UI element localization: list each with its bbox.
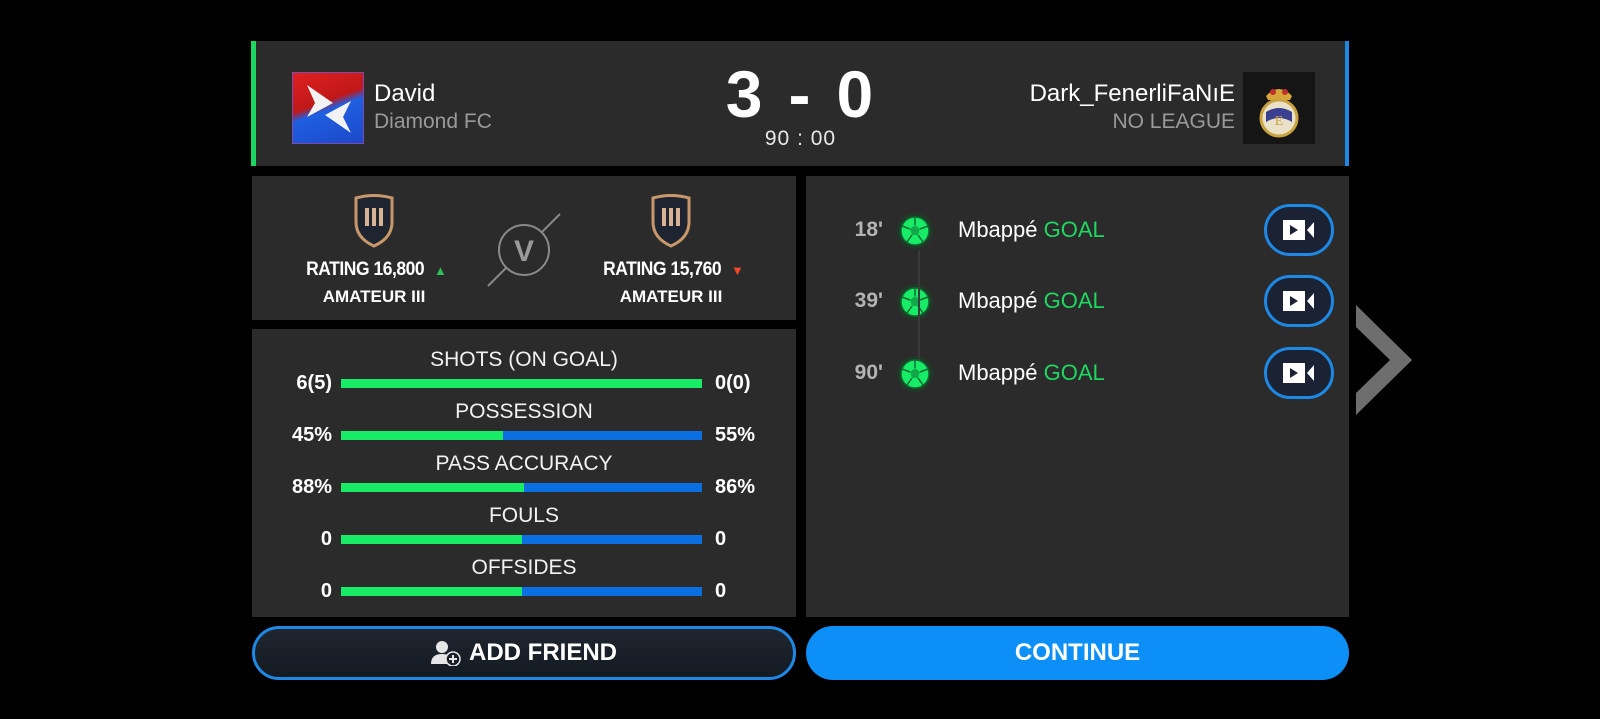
stat-row: SHOTS (ON GOAL) 6(5) 0(0) — [252, 348, 796, 398]
stat-row: PASS ACCURACY 88% 86% — [252, 452, 796, 502]
away-rank: RATING 15,760 ▼ AMATEUR III — [571, 194, 771, 307]
stat-bar — [341, 535, 702, 544]
away-player-name: Dark_FenerliFaNıE — [1029, 80, 1235, 107]
away-score: 0 — [836, 57, 876, 131]
stat-away-value: 55% — [715, 424, 756, 446]
next-page-arrow-icon[interactable] — [1356, 305, 1416, 415]
stat-bar — [341, 379, 702, 388]
event-player: Mbappé — [958, 217, 1038, 242]
stat-away-value: 0(0) — [715, 372, 751, 394]
stat-label: SHOTS (ON GOAL) — [430, 348, 618, 371]
away-team: Dark_FenerliFaNıE NO LEAGUE E — [1030, 72, 1315, 144]
rank-badge-icon — [651, 194, 691, 248]
event-description: Mbappé GOAL — [958, 360, 1105, 386]
event-type: GOAL — [1043, 360, 1105, 385]
stat-label: OFFSIDES — [471, 556, 577, 579]
replay-video-button[interactable] — [1264, 347, 1334, 399]
stat-label: FOULS — [488, 504, 559, 527]
stat-bar-home-fill — [341, 535, 522, 544]
continue-button[interactable]: CONTINUE — [806, 626, 1349, 680]
away-team-name: NO LEAGUE — [1112, 110, 1235, 133]
stat-bar — [341, 587, 702, 596]
replay-video-button[interactable] — [1264, 275, 1334, 327]
event-player: Mbappé — [958, 360, 1038, 385]
stat-bar-home-fill — [341, 431, 504, 440]
video-camera-icon — [1283, 363, 1314, 383]
svg-text:E: E — [1275, 114, 1284, 129]
stat-label: PASS ACCURACY — [435, 452, 613, 475]
versus-icon: V — [487, 213, 561, 287]
stat-row: OFFSIDES 0 0 — [252, 556, 796, 606]
match-stats-panel: SHOTS (ON GOAL) 6(5) 0(0) POSSESSION 45%… — [252, 329, 796, 617]
real-madrid-crest-icon: E — [1243, 72, 1315, 144]
video-camera-icon — [1283, 291, 1314, 311]
continue-label: CONTINUE — [1014, 639, 1141, 666]
rating-down-icon: ▼ — [730, 263, 744, 278]
event-minute: 39' — [854, 289, 883, 312]
stat-bar — [341, 483, 702, 492]
event-player: Mbappé — [958, 288, 1038, 313]
event-row: 39' Mbappé GOAL — [806, 271, 1349, 331]
versus-label: V — [514, 235, 534, 268]
rating-up-icon: ▲ — [433, 263, 447, 278]
stat-home-value: 0 — [320, 528, 332, 550]
stat-row: FOULS 0 0 — [252, 504, 796, 554]
away-rating: RATING 15,760 — [603, 259, 722, 280]
rank-panel: RATING 16,800 ▲ AMATEUR III V RATING 15,… — [252, 176, 796, 320]
match-header: David Diamond FC 3-0 90 : 00 Dark_Fenerl… — [251, 41, 1349, 166]
stat-bar-home-fill — [341, 587, 522, 596]
football-icon — [897, 356, 933, 392]
stat-home-value: 6(5) — [296, 372, 332, 394]
home-tier: AMATEUR III — [322, 287, 426, 306]
away-tier: AMATEUR III — [619, 287, 723, 306]
stat-away-value: 86% — [715, 476, 756, 498]
stat-label: POSSESSION — [455, 400, 593, 423]
event-description: Mbappé GOAL — [958, 217, 1105, 243]
stat-home-value: 45% — [291, 424, 332, 446]
football-icon — [897, 213, 933, 249]
event-row: 90' Mbappé GOAL — [806, 343, 1349, 403]
event-description: Mbappé GOAL — [958, 288, 1105, 314]
stat-away-value: 0 — [715, 580, 727, 602]
add-friend-button[interactable]: ADD FRIEND — [252, 626, 796, 680]
video-camera-icon — [1283, 220, 1314, 240]
stat-row: POSSESSION 45% 55% — [252, 400, 796, 450]
event-type: GOAL — [1043, 288, 1105, 313]
add-user-icon — [431, 641, 461, 666]
stat-bar — [341, 431, 702, 440]
stat-away-value: 0 — [715, 528, 727, 550]
event-row: 18' Mbappé GOAL — [806, 200, 1349, 260]
home-rating: RATING 16,800 — [306, 259, 425, 280]
event-timeline-line — [918, 250, 920, 360]
score-separator: - — [788, 57, 813, 131]
football-icon — [897, 284, 933, 320]
stat-home-value: 88% — [291, 476, 332, 498]
event-minute: 90' — [854, 361, 883, 384]
stat-home-value: 0 — [320, 580, 332, 602]
home-rank: RATING 16,800 ▲ AMATEUR III — [274, 194, 474, 307]
match-events-panel: 18' Mbappé GOAL 39' Mbappé GOAL 90' Mbap… — [806, 176, 1349, 617]
home-score: 3 — [725, 57, 765, 131]
add-friend-label: ADD FRIEND — [469, 639, 617, 666]
replay-video-button[interactable] — [1264, 204, 1334, 256]
stat-bar-home-fill — [341, 379, 702, 388]
rank-badge-icon — [354, 194, 394, 248]
event-type: GOAL — [1043, 217, 1105, 242]
event-minute: 18' — [854, 218, 883, 241]
stat-bar-home-fill — [341, 483, 524, 492]
